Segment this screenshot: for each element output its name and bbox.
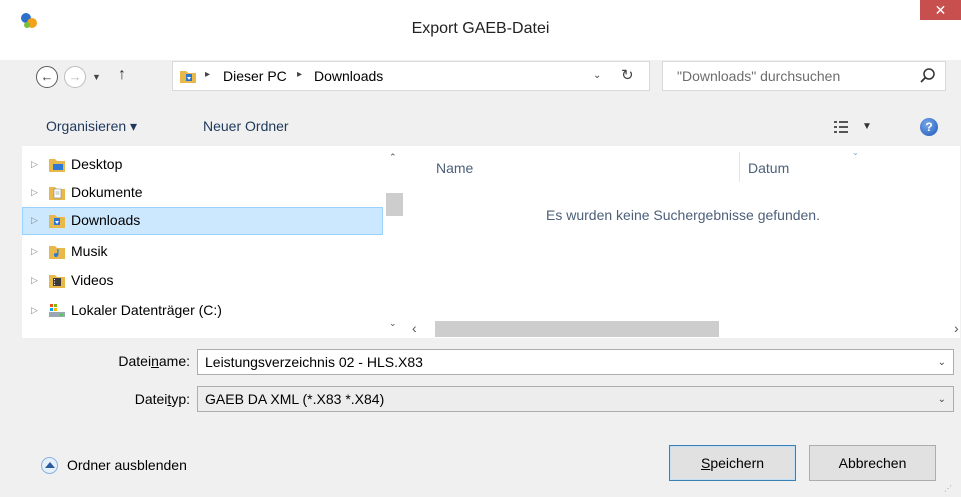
navigation-pane: ▷ Desktop ▷ Dokumente ▷ Downloads ▷ Musi… (22, 146, 406, 338)
organize-menu[interactable]: Organisieren ▾ (46, 118, 137, 135)
scroll-left-icon[interactable]: ‹ (412, 320, 417, 336)
resize-grip-icon[interactable]: ⋰ (944, 484, 953, 493)
refresh-button[interactable]: ↻ (621, 66, 634, 84)
music-folder-icon (49, 246, 65, 259)
tree-item-desktop[interactable]: ▷ Desktop (22, 151, 383, 179)
search-icon[interactable] (919, 67, 937, 85)
browser-area: ▷ Desktop ▷ Dokumente ▷ Downloads ▷ Musi… (22, 146, 960, 338)
breadcrumb-separator-icon: ▸ (205, 69, 211, 80)
hide-folders-toggle[interactable]: Ordner ausblenden (67, 457, 187, 473)
up-button[interactable]: ↑ (118, 66, 126, 84)
forward-arrow-icon: → (68, 69, 82, 84)
filetype-label: Dateityp: (134, 391, 190, 407)
window-title: Export GAEB-Datei (411, 20, 550, 37)
save-button[interactable]: Speichern (669, 445, 796, 481)
close-icon: ✕ (934, 2, 947, 18)
title-bar: Export GAEB-Datei ✕ (0, 0, 961, 60)
tree-item-music[interactable]: ▷ Musik (22, 238, 383, 266)
search-box[interactable] (662, 61, 946, 91)
tree-item-videos[interactable]: ▷ Videos (22, 267, 383, 295)
documents-folder-icon (49, 187, 65, 200)
command-toolbar: Organisieren ▾ Neuer Ordner ▼ ? (0, 108, 961, 146)
scroll-right-icon[interactable]: › (954, 320, 959, 336)
downloads-folder-icon (180, 71, 196, 83)
view-options-dropdown[interactable]: ▼ (862, 121, 872, 132)
scroll-down-icon[interactable]: ⌄ (389, 318, 397, 329)
filetype-value: GAEB DA XML (*.X83 *.X84) (205, 391, 385, 407)
filename-value[interactable]: Leistungsverzeichnis 02 - HLS.X83 (205, 354, 423, 370)
tree-item-label: Dokumente (71, 184, 143, 200)
chevron-down-icon: ▼ (92, 72, 101, 82)
tree-item-label: Desktop (71, 156, 123, 172)
close-button[interactable]: ✕ (920, 0, 961, 20)
chevron-down-icon[interactable]: ⌄ (938, 394, 946, 405)
up-arrow-icon: ↑ (118, 66, 126, 83)
expand-arrow-icon[interactable]: ▷ (31, 305, 38, 316)
expand-arrow-icon[interactable]: ▷ (31, 275, 38, 286)
local-disk-icon (49, 304, 65, 317)
export-dialog: Export GAEB-Datei ✕ ← → ▼ ↑ ▸ Dieser PC … (0, 0, 961, 497)
new-folder-button[interactable]: Neuer Ordner (203, 118, 289, 134)
tree-item-downloads[interactable]: ▷ Downloads (22, 207, 383, 235)
breadcrumb-downloads[interactable]: Downloads (314, 68, 383, 84)
collapse-up-icon[interactable] (41, 457, 58, 474)
breadcrumb-this-pc[interactable]: Dieser PC (223, 68, 287, 84)
tree-item-label: Downloads (71, 212, 141, 228)
search-input[interactable] (663, 62, 913, 90)
sort-indicator-icon: ⌄ (852, 148, 859, 157)
help-icon[interactable]: ? (920, 118, 938, 136)
scrollbar-thumb[interactable] (435, 321, 719, 337)
cancel-button[interactable]: Abbrechen (809, 445, 936, 481)
expand-arrow-icon[interactable]: ▷ (31, 187, 38, 198)
expand-arrow-icon[interactable]: ▷ (31, 215, 38, 226)
chevron-down-icon[interactable]: ⌄ (938, 357, 946, 368)
scrollbar-thumb[interactable] (386, 193, 403, 216)
back-button[interactable]: ← (36, 66, 58, 88)
back-arrow-icon: ← (40, 69, 54, 84)
empty-results-message: Es wurden keine Suchergebnisse gefunden. (546, 207, 820, 223)
tree-item-label: Videos (71, 272, 114, 288)
tree-item-documents[interactable]: ▷ Dokumente (22, 179, 383, 207)
refresh-icon: ↻ (621, 67, 634, 84)
scroll-up-icon[interactable]: ⌃ (389, 152, 397, 163)
filetype-select[interactable]: GAEB DA XML (*.X83 *.X84) ⌄ (197, 386, 954, 412)
navigation-pane-scrollbar[interactable]: ⌃ ⌄ (385, 146, 403, 338)
recent-locations-dropdown[interactable]: ▼ (92, 72, 101, 82)
chevron-down-icon: ▼ (862, 121, 872, 132)
column-header-name[interactable]: Name (436, 160, 473, 176)
filename-field[interactable]: Leistungsverzeichnis 02 - HLS.X83 ⌄ (197, 349, 954, 375)
column-header-date[interactable]: Datum (748, 160, 789, 176)
forward-button[interactable]: → (64, 66, 86, 88)
expand-arrow-icon[interactable]: ▷ (31, 246, 38, 257)
view-options-icon[interactable] (833, 119, 849, 135)
desktop-folder-icon (49, 159, 65, 172)
tree-item-local-disk[interactable]: ▷ Lokaler Datenträger (C:) (22, 297, 383, 325)
column-divider[interactable] (739, 152, 740, 182)
file-list-pane: Name ⌄ Datum Es wurden keine Suchergebni… (406, 146, 960, 338)
tree-item-label: Musik (71, 243, 108, 259)
tree-item-label: Lokaler Datenträger (C:) (71, 302, 222, 318)
filename-label: Dateiname: (118, 353, 190, 369)
expand-arrow-icon[interactable]: ▷ (31, 159, 38, 170)
address-history-dropdown[interactable]: ⌄ (593, 70, 601, 81)
chevron-down-icon: ⌄ (593, 70, 602, 81)
downloads-folder-icon (49, 215, 65, 228)
videos-folder-icon (49, 275, 65, 288)
file-list-scrollbar[interactable]: ‹ › (406, 320, 960, 338)
address-bar[interactable]: ▸ Dieser PC ▸ Downloads ⌄ ↻ (172, 61, 650, 91)
breadcrumb-separator-icon: ▸ (297, 69, 303, 80)
